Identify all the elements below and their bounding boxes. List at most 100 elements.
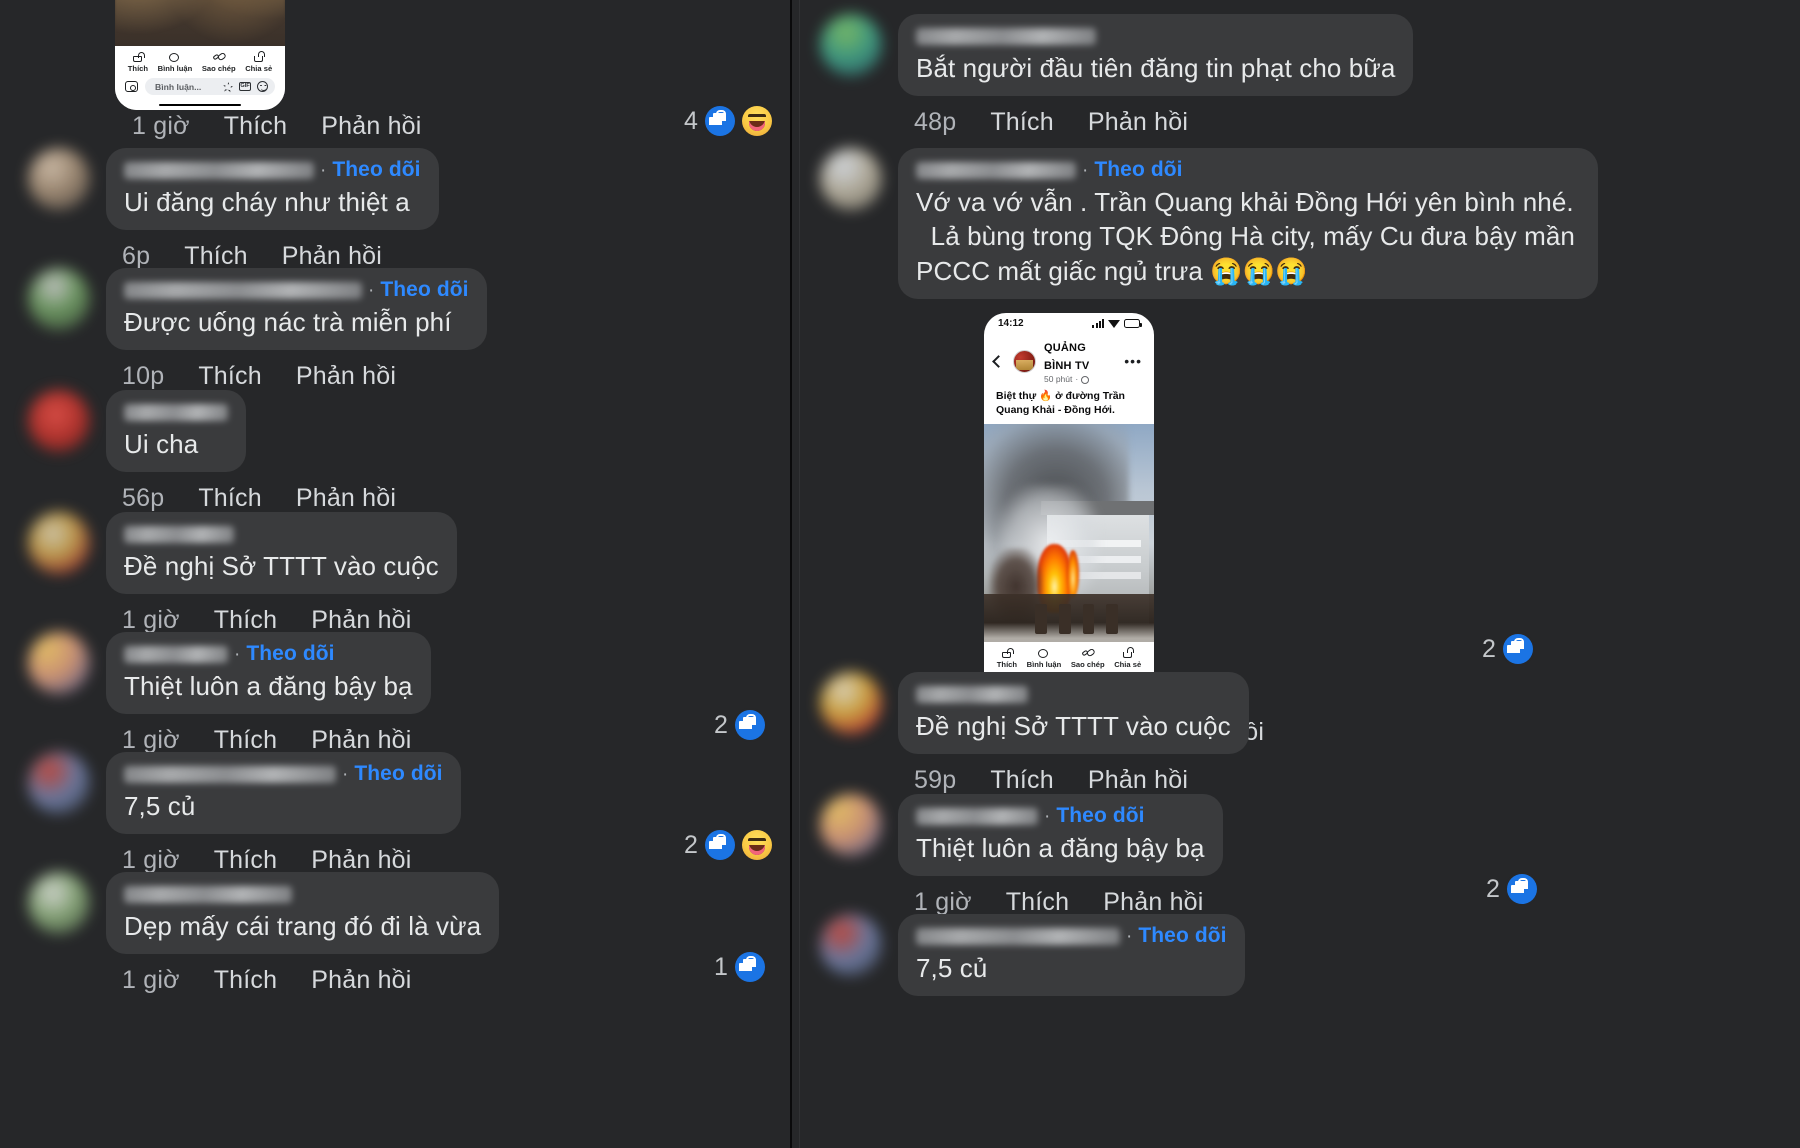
embedded-post-card[interactable]: Thích Bình luận Sao chép Chia sẻ Bình lu… xyxy=(115,0,285,110)
author-name[interactable] xyxy=(124,281,362,299)
follow-link[interactable]: Theo dõi xyxy=(354,762,442,786)
emoji-icon[interactable] xyxy=(257,81,268,92)
reaction-badge-l0[interactable]: 4 xyxy=(684,106,772,136)
comment-bubble[interactable]: Đề nghị Sở TTTT vào cuộc xyxy=(106,512,457,595)
back-chevron-icon[interactable] xyxy=(992,354,1005,368)
copy-action[interactable]: Sao chép xyxy=(202,52,236,73)
like-action[interactable]: Thích xyxy=(128,52,148,73)
avatar[interactable] xyxy=(820,672,882,734)
like-button[interactable]: Thích xyxy=(214,726,278,755)
comment-bubble[interactable]: Dẹp mấy cái trang đó đi là vừa xyxy=(106,872,500,955)
avatar[interactable] xyxy=(28,872,90,934)
page-name[interactable]: QUẢNG BÌNH TV xyxy=(1044,342,1089,372)
phone-screenshot[interactable]: Thích Bình luận Sao chép Chia sẻ Bình lu… xyxy=(115,0,285,110)
follow-link[interactable]: Theo dõi xyxy=(1138,924,1226,948)
reaction-badge-l5[interactable]: 2 xyxy=(714,710,765,740)
like-button[interactable]: Thích xyxy=(214,966,278,995)
page-avatar[interactable] xyxy=(1013,349,1036,373)
gif-icon[interactable]: GIF xyxy=(239,82,251,91)
comment-bubble[interactable]: · Theo dõi 7,5 củ xyxy=(898,914,1245,997)
avatar[interactable] xyxy=(28,632,90,694)
phone-screenshot[interactable]: 14:12 QUẢNG BÌNH TV 50 phút · ••• Biệt t… xyxy=(984,312,1154,706)
avatar[interactable] xyxy=(820,794,882,856)
author-name[interactable] xyxy=(124,885,292,903)
reaction-badge-l6[interactable]: 2 xyxy=(684,830,772,860)
comment-action[interactable]: Bình luận xyxy=(1027,648,1061,669)
author-name[interactable] xyxy=(124,765,336,783)
timestamp: 1 giờ xyxy=(122,606,180,635)
like-button[interactable]: Thích xyxy=(990,766,1054,795)
avatar[interactable] xyxy=(28,390,90,452)
more-options-icon[interactable]: ••• xyxy=(1124,354,1142,368)
post-composer[interactable]: Bình luận... GIF xyxy=(115,76,285,100)
camera-icon[interactable] xyxy=(125,81,138,92)
like-button[interactable]: Thích xyxy=(198,484,262,513)
reply-button[interactable]: Phản hồi xyxy=(311,606,411,635)
share-action[interactable]: Chia sẻ xyxy=(1114,648,1141,669)
comment-bubble[interactable]: · Theo dõi Ui đăng cháy như thiệt a xyxy=(106,148,439,231)
like-button[interactable]: Thích xyxy=(224,112,288,141)
copy-action[interactable]: Sao chép xyxy=(1071,648,1105,669)
follow-link[interactable]: Theo dõi xyxy=(1056,804,1144,828)
comment-bubble[interactable]: · Theo dõi Thiệt luôn a đăng bậy bạ xyxy=(898,794,1223,877)
avatar[interactable] xyxy=(820,914,882,976)
comment-thread-right: Bắt người đầu tiên đăng tin phạt cho bữa… xyxy=(800,0,1800,1148)
reaction-badge-r3[interactable]: 2 xyxy=(1486,874,1537,904)
reply-button[interactable]: Phản hồi xyxy=(311,966,411,995)
reply-button[interactable]: Phản hồi xyxy=(311,846,411,875)
reaction-badge-l7[interactable]: 1 xyxy=(714,952,765,982)
fire-photo[interactable] xyxy=(984,423,1154,642)
follow-link[interactable]: Theo dõi xyxy=(332,158,420,182)
author-name[interactable] xyxy=(916,927,1120,945)
author-name[interactable] xyxy=(916,27,1096,45)
avatar[interactable] xyxy=(28,512,90,574)
follow-link[interactable]: Theo dõi xyxy=(246,642,334,666)
author-name[interactable] xyxy=(124,645,228,663)
comment-bubble[interactable]: · Theo dõi 7,5 củ xyxy=(106,752,461,835)
comment-bubble[interactable]: · Theo dõi Thiệt luôn a đăng bậy bạ xyxy=(106,632,431,715)
comment-bubble[interactable]: Bắt người đầu tiên đăng tin phạt cho bữa xyxy=(898,14,1414,97)
follow-link[interactable]: Theo dõi xyxy=(380,278,468,302)
follow-link[interactable]: Theo dõi xyxy=(1094,158,1182,182)
like-button[interactable]: Thích xyxy=(214,606,278,635)
author-name[interactable] xyxy=(124,525,234,543)
post-action-bar[interactable]: Thích Bình luận Sao chép Chia sẻ xyxy=(984,641,1154,672)
author-name[interactable] xyxy=(124,403,228,421)
comment-input[interactable]: Bình luận... GIF xyxy=(145,78,275,95)
post-age: 50 phút xyxy=(1044,373,1073,384)
like-button[interactable]: Thích xyxy=(214,846,278,875)
comment-bubble[interactable]: Đề nghị Sở TTTT vào cuộc xyxy=(898,672,1249,755)
comment-bubble[interactable]: · Theo dõi Được uống nác trà miễn phí xyxy=(106,268,487,351)
reply-button[interactable]: Phản hồi xyxy=(1088,108,1188,137)
like-button[interactable]: Thích xyxy=(184,242,248,271)
author-name[interactable] xyxy=(124,161,314,179)
post-action-bar[interactable]: Thích Bình luận Sao chép Chia sẻ xyxy=(115,46,285,76)
reply-button[interactable]: Phản hồi xyxy=(296,362,396,391)
reaction-badge-r1[interactable]: 2 xyxy=(1482,634,1533,664)
like-button[interactable]: Thích xyxy=(198,362,262,391)
avatar[interactable] xyxy=(28,752,90,814)
sticker-icon[interactable] xyxy=(222,81,233,92)
reply-button[interactable]: Phản hồi xyxy=(311,726,411,755)
author-name[interactable] xyxy=(916,807,1038,825)
like-button[interactable]: Thích xyxy=(990,108,1054,137)
comment-bubble[interactable]: Ui cha xyxy=(106,390,246,473)
comment-r0: Bắt người đầu tiên đăng tin phạt cho bữa… xyxy=(820,14,1414,149)
reply-button[interactable]: Phản hồi xyxy=(282,242,382,271)
avatar[interactable] xyxy=(820,148,882,210)
comment-bubble[interactable]: · Theo dõi Vớ va vớ vẫn . Trần Quang khả… xyxy=(898,148,1598,299)
reply-button[interactable]: Phản hồi xyxy=(1103,888,1203,917)
avatar[interactable] xyxy=(28,148,90,210)
reply-button[interactable]: Phản hồi xyxy=(1088,766,1188,795)
comment-text: Vớ va vớ vẫn . Trần Quang khải Đồng Hới … xyxy=(916,187,1575,286)
reply-button[interactable]: Phản hồi xyxy=(296,484,396,513)
like-button[interactable]: Thích xyxy=(1006,888,1070,917)
share-action[interactable]: Chia sẻ xyxy=(245,52,272,73)
like-action[interactable]: Thích xyxy=(997,647,1017,669)
comment-action[interactable]: Bình luận xyxy=(158,52,192,73)
author-name[interactable] xyxy=(916,685,1028,703)
avatar[interactable] xyxy=(28,268,90,330)
avatar[interactable] xyxy=(820,14,882,76)
reply-button[interactable]: Phản hồi xyxy=(321,112,421,141)
author-name[interactable] xyxy=(916,161,1076,179)
